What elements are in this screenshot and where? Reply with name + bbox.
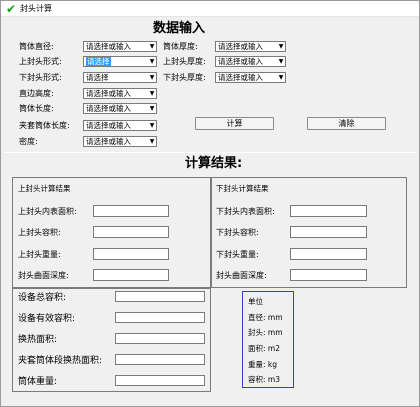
shell-length-label: 筒体长度:: [19, 104, 54, 113]
lower-head-area-field[interactable]: [290, 205, 367, 217]
chevron-down-icon[interactable]: ▼: [148, 73, 156, 82]
combo-value: 请选择或输入: [86, 121, 131, 130]
unit-volume: 容积: m3: [248, 375, 280, 384]
shell-weight-label: 筒体重量:: [18, 377, 58, 387]
chevron-down-icon[interactable]: ▼: [148, 42, 156, 51]
upper-head-depth-field[interactable]: [93, 269, 169, 281]
chevron-down-icon[interactable]: ▼: [277, 42, 285, 51]
check-icon: ✔: [5, 2, 17, 16]
main-window: ✔ 封头计算 数据输入 筒体直径: 请选择或输入 ▼ 上封头形式: 请选择 ▼ …: [0, 0, 420, 407]
upper-head-depth-label: 封头曲面深度:: [18, 271, 69, 280]
input-section-title: 数据输入: [153, 21, 206, 36]
combo-value: 请选择或输入: [218, 73, 263, 82]
lower-head-thickness-combo[interactable]: 请选择或输入 ▼: [215, 72, 286, 83]
lower-head-type-combo[interactable]: 请选择 ▼: [83, 72, 157, 83]
density-combo[interactable]: 请选择或输入 ▼: [83, 136, 157, 147]
chevron-down-icon[interactable]: ▼: [148, 121, 156, 130]
upper-head-type-label: 上封头形式:: [19, 57, 62, 66]
calculate-button[interactable]: 计算: [195, 117, 274, 130]
combo-value: 请选择或输入: [86, 137, 131, 146]
combo-value: 请选择或输入: [218, 57, 263, 66]
lower-head-depth-field[interactable]: [290, 269, 367, 281]
upper-head-area-field[interactable]: [93, 205, 169, 217]
lower-head-volume-field[interactable]: [290, 226, 367, 238]
title-bar: ✔ 封头计算: [1, 1, 419, 17]
combo-value: 请选择: [86, 73, 109, 82]
jacket-exchange-area-label: 夹套筒体段换热面积:: [18, 356, 103, 366]
unit-weight: 重量: kg: [248, 360, 278, 369]
heat-exchange-area-label: 换热面积:: [18, 335, 58, 345]
upper-head-group-title: 上封头计算结果: [18, 184, 71, 193]
jacket-exchange-area-field[interactable]: [115, 354, 205, 365]
combo-value: 请选择或输入: [86, 104, 131, 113]
chevron-down-icon[interactable]: ▼: [148, 89, 156, 98]
upper-head-type-combo[interactable]: 请选择 ▼: [83, 56, 157, 67]
shell-diameter-label: 筒体直径:: [19, 42, 54, 51]
density-label: 密度:: [19, 137, 38, 146]
upper-head-thickness-label: 上封头厚度:: [163, 57, 206, 66]
lower-head-thickness-label: 下封头厚度:: [163, 73, 206, 82]
upper-head-area-label: 上封头内表面积:: [18, 207, 77, 216]
shell-thickness-label: 筒体厚度:: [163, 42, 198, 51]
upper-head-weight-field[interactable]: [93, 248, 169, 260]
combo-value: 请选择或输入: [86, 89, 131, 98]
upper-head-weight-label: 上封头重量:: [18, 250, 61, 259]
chevron-down-icon[interactable]: ▼: [148, 104, 156, 113]
heat-exchange-area-field[interactable]: [115, 333, 205, 344]
jacket-length-combo[interactable]: 请选择或输入 ▼: [83, 120, 157, 131]
lower-head-area-label: 下封头内表面积:: [216, 207, 275, 216]
chevron-down-icon[interactable]: ▼: [277, 57, 285, 66]
lower-head-group-title: 下封头计算结果: [216, 184, 269, 193]
lower-head-weight-field[interactable]: [290, 248, 367, 260]
total-volume-label: 设备总容积:: [18, 293, 67, 303]
upper-head-volume-field[interactable]: [93, 226, 169, 238]
straight-height-combo[interactable]: 请选择或输入 ▼: [83, 88, 157, 99]
unit-head: 封头: mm: [248, 328, 283, 337]
chevron-down-icon[interactable]: ▼: [277, 73, 285, 82]
unit-diameter: 直径: mm: [248, 313, 283, 322]
straight-height-label: 直边高度:: [19, 89, 54, 98]
effective-volume-field[interactable]: [115, 312, 205, 323]
combo-value: 请选择或输入: [86, 42, 131, 51]
shell-diameter-combo[interactable]: 请选择或输入 ▼: [83, 41, 157, 52]
unit-area: 面积: m2: [248, 344, 280, 353]
results-section-title: 计算结果:: [185, 156, 243, 171]
shell-thickness-combo[interactable]: 请选择或输入 ▼: [215, 41, 286, 52]
upper-head-thickness-combo[interactable]: 请选择或输入 ▼: [215, 56, 286, 67]
effective-volume-label: 设备有效容积:: [18, 314, 76, 324]
lower-head-depth-label: 封头曲面深度:: [216, 271, 267, 280]
upper-head-volume-label: 上封头容积:: [18, 228, 61, 237]
combo-value: 请选择: [86, 57, 111, 66]
lower-head-volume-label: 下封头容积:: [216, 228, 259, 237]
units-title: 单位: [248, 297, 263, 306]
window-title: 封头计算: [20, 4, 52, 13]
jacket-length-label: 夹套筒体长度:: [19, 121, 70, 130]
section-divider: [4, 152, 417, 153]
lower-head-type-label: 下封头形式:: [19, 73, 62, 82]
lower-head-weight-label: 下封头重量:: [216, 250, 259, 259]
clear-button[interactable]: 清除: [307, 117, 386, 130]
chevron-down-icon[interactable]: ▼: [148, 57, 156, 66]
shell-weight-field[interactable]: [115, 375, 205, 386]
total-volume-field[interactable]: [115, 291, 205, 302]
combo-value: 请选择或输入: [218, 42, 263, 51]
shell-length-combo[interactable]: 请选择或输入 ▼: [83, 103, 157, 114]
chevron-down-icon[interactable]: ▼: [148, 137, 156, 146]
